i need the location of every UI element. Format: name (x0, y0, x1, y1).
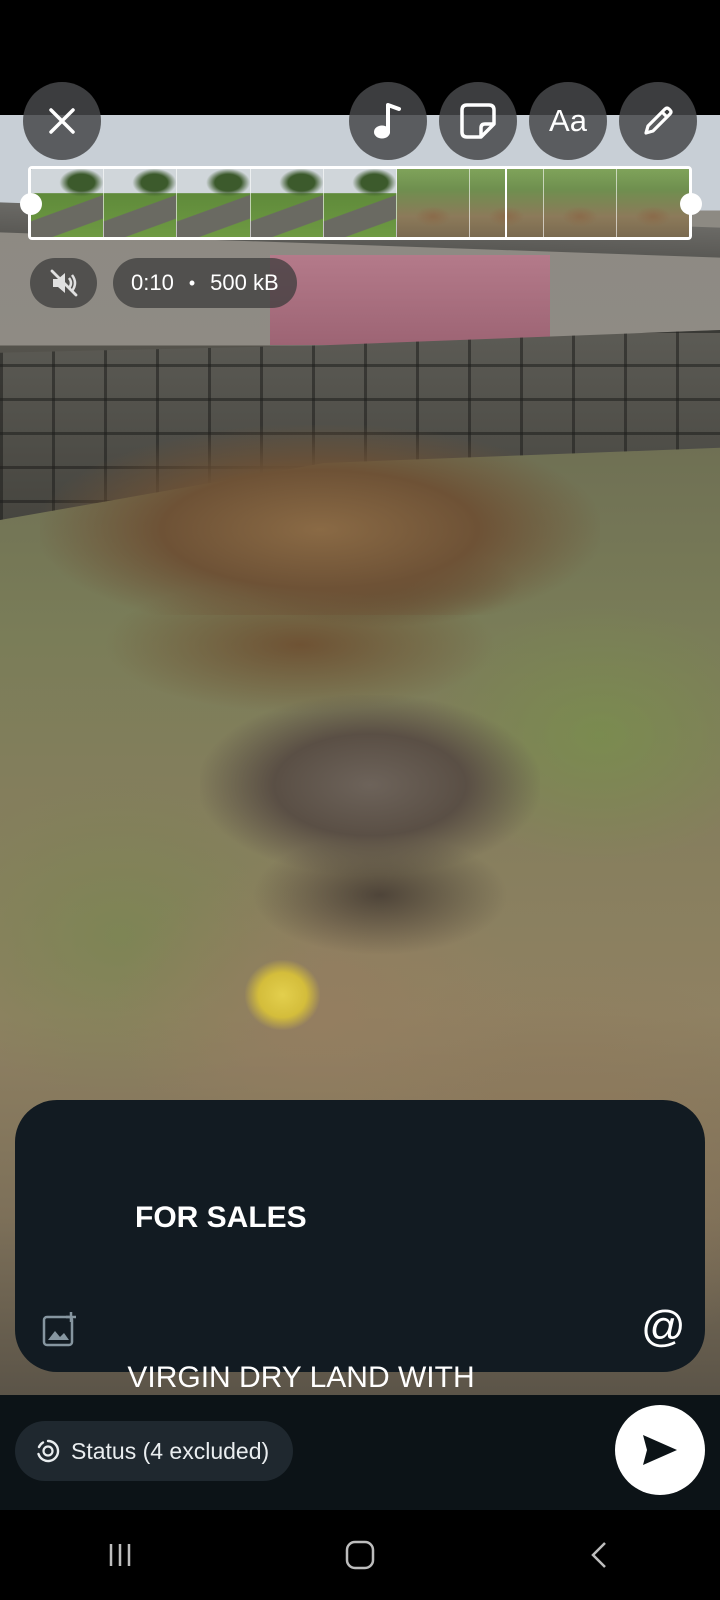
close-icon (49, 108, 75, 134)
sticker-button[interactable] (439, 82, 517, 160)
timeline-frame (104, 169, 178, 237)
mention-icon[interactable]: @ (641, 1305, 686, 1349)
bottom-bar: Status (4 excluded) (0, 1395, 720, 1510)
litter (245, 960, 320, 1030)
text-button[interactable]: Aa (529, 82, 607, 160)
home-icon (345, 1540, 375, 1570)
video-duration: 0:10 (131, 270, 174, 295)
status-label: Status (4 excluded) (71, 1437, 270, 1464)
add-media-icon[interactable] (41, 1310, 79, 1348)
mute-toggle[interactable] (30, 258, 97, 308)
video-size: 500 kB (210, 270, 279, 295)
caption-heading: FOR SALES (135, 1201, 307, 1234)
back-button[interactable] (570, 1525, 630, 1585)
recents-button[interactable] (90, 1525, 150, 1585)
video-trimmer[interactable] (28, 166, 692, 240)
video-info: 0:10 • 500 kB (113, 258, 297, 308)
close-button[interactable] (23, 82, 101, 160)
building-wall (270, 255, 550, 345)
sticker-icon (460, 103, 496, 139)
trim-handle-start[interactable] (20, 193, 42, 215)
system-nav-bar (0, 1510, 720, 1600)
separator-dot: • (188, 272, 196, 293)
trim-handle-end[interactable] (680, 193, 702, 215)
draw-button[interactable] (619, 82, 697, 160)
rubble-pile (200, 695, 540, 875)
timeline-frame (470, 169, 544, 237)
music-button[interactable] (349, 82, 427, 160)
timeline-frame (323, 169, 398, 237)
timeline-frame (177, 169, 251, 237)
volume-muted-icon (50, 269, 77, 297)
brush-pile (40, 425, 600, 615)
send-icon (643, 1435, 677, 1465)
timeline-frame (543, 169, 617, 237)
status-audience-button[interactable]: Status (4 excluded) (15, 1421, 294, 1481)
pencil-icon (644, 106, 673, 135)
caption-box[interactable]: FOR SALES VIRGIN DRY LAND WITH FENCE NOT… (15, 1100, 705, 1514)
back-icon (591, 1542, 606, 1568)
recents-icon (109, 1544, 131, 1566)
status-icon (37, 1439, 60, 1463)
music-note-icon (374, 103, 401, 139)
home-button[interactable] (330, 1525, 390, 1585)
timeline-frame (616, 169, 689, 237)
timeline-frame (397, 169, 471, 237)
timeline-frame (250, 169, 324, 237)
send-button[interactable] (615, 1405, 705, 1495)
text-icon: Aa (549, 103, 587, 138)
